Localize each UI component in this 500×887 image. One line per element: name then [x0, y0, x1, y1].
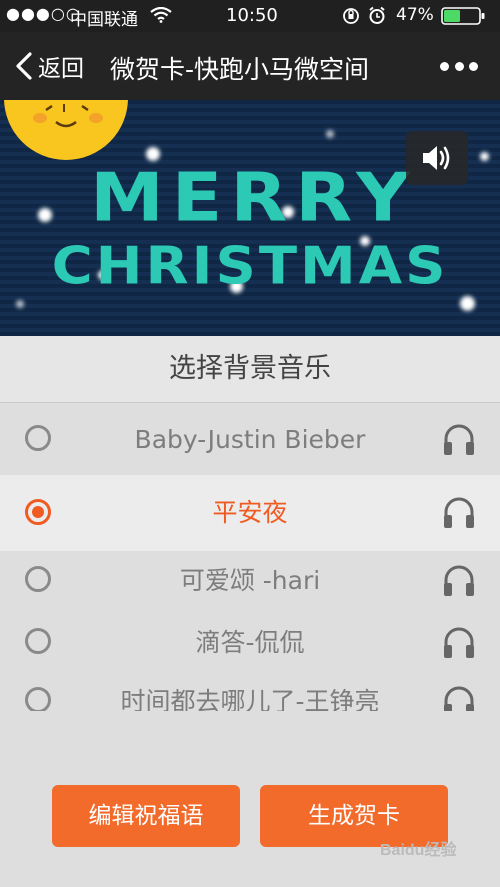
orientation-lock-icon	[342, 7, 360, 30]
music-track-list: Baby-Justin Bieber 平安夜 可爱颂 -hari 滴答-侃侃 时…	[0, 403, 500, 711]
battery-icon	[441, 7, 487, 30]
battery-percent: 47%	[396, 5, 434, 25]
edit-greeting-button[interactable]: 编辑祝福语	[52, 785, 240, 847]
radio-button[interactable]	[25, 628, 51, 654]
back-label: 返回	[38, 56, 84, 82]
speaker-icon	[423, 146, 450, 170]
track-row[interactable]: Baby-Justin Bieber	[0, 405, 500, 475]
radio-button[interactable]	[25, 425, 51, 451]
track-row[interactable]: 平安夜	[0, 475, 500, 551]
track-label: 平安夜	[212, 498, 288, 527]
smiling-sun-icon	[4, 100, 128, 160]
radio-button[interactable]	[25, 687, 51, 711]
sound-toggle-button[interactable]	[406, 131, 468, 185]
track-row[interactable]: 时间都去哪儿了-王铮亮	[0, 667, 500, 711]
banner-title-line1: MERRY	[90, 159, 418, 237]
card-preview-banner: MERRY CHRISTMAS	[0, 100, 500, 336]
more-dots-icon[interactable]	[440, 56, 478, 76]
track-row[interactable]: 可爱颂 -hari	[0, 546, 500, 616]
status-bar: ●●●○○ 中国联通 10:50 47%	[0, 0, 500, 32]
track-label: 时间都去哪儿了-王铮亮	[120, 687, 380, 711]
clock: 10:50	[226, 5, 278, 26]
wifi-icon	[150, 6, 172, 28]
baidu-watermark: Baidu经验	[380, 842, 457, 859]
track-label: Baby-Justin Bieber	[134, 425, 366, 454]
headphones-icon[interactable]	[441, 495, 477, 531]
banner-title-line2: CHRISTMAS	[51, 236, 449, 297]
headphones-icon[interactable]	[441, 563, 477, 599]
back-button[interactable]: 返回	[14, 50, 84, 82]
alarm-icon	[368, 6, 386, 30]
headphones-icon[interactable]	[441, 684, 477, 711]
chevron-left-icon	[16, 52, 32, 80]
music-panel-title: 选择背景音乐	[0, 336, 500, 403]
headphones-icon[interactable]	[441, 422, 477, 458]
headphones-icon[interactable]	[441, 625, 477, 661]
nav-bar: 返回 微贺卡-快跑小马微空间	[0, 32, 500, 100]
track-label: 可爱颂 -hari	[179, 566, 321, 595]
carrier-label: 中国联通	[70, 10, 138, 30]
radio-button[interactable]	[25, 566, 51, 592]
page-title: 微贺卡-快跑小马微空间	[110, 55, 370, 84]
radio-button-selected[interactable]	[25, 499, 51, 525]
